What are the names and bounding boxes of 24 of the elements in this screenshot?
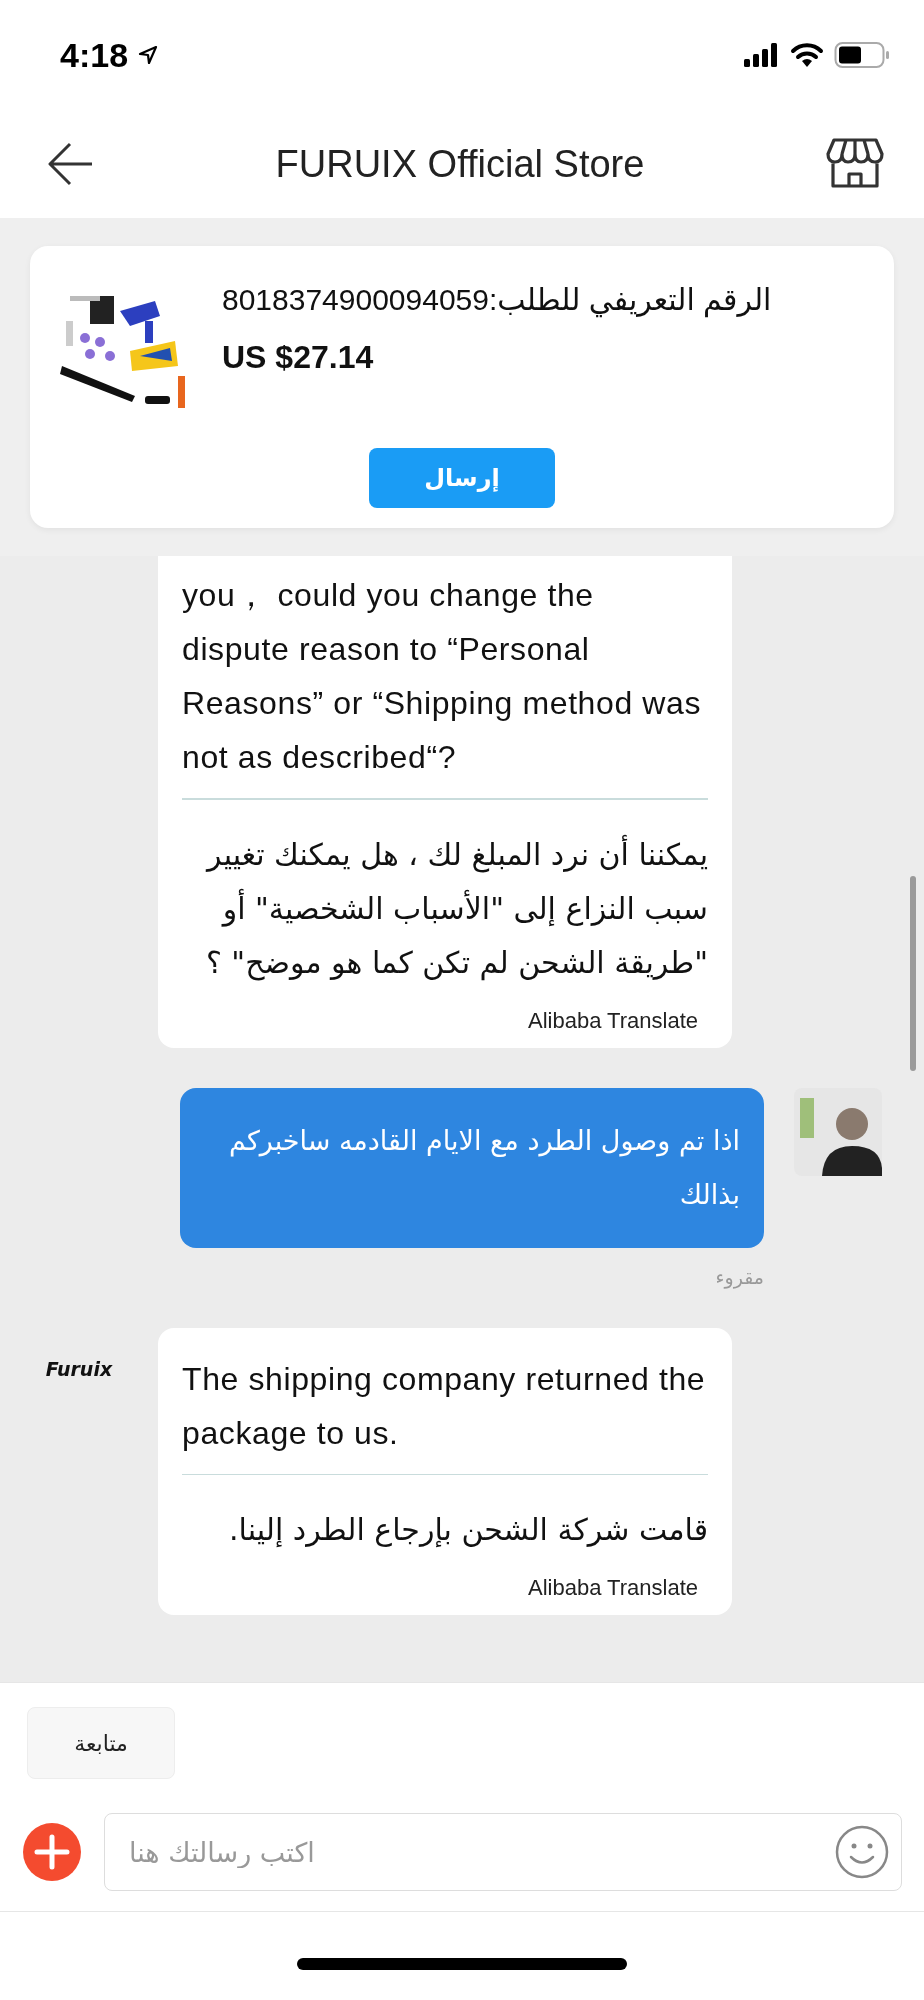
status-time: 4:18: [60, 35, 129, 75]
translation-credit: Alibaba Translate: [528, 1575, 698, 1601]
translated-text: قامت شركة الشحن بإرجاع الطرد إلينا.: [228, 1511, 708, 1550]
store-title: FURUIX Official Store: [275, 142, 645, 186]
emoji-icon[interactable]: [834, 1824, 890, 1880]
follow-button[interactable]: متابعة: [27, 1707, 175, 1779]
message-text: اذا تم وصول الطرد مع الايام القادمه ساخبركم بذالك: [227, 1123, 740, 1212]
avatar-icon[interactable]: [794, 1087, 882, 1176]
battery-icon: [834, 41, 890, 69]
message-text: you， could you change the dispute reason to “Personal Reasons” or “Shipping method was not as described“?: [182, 576, 702, 777]
translation-credit: Alibaba Translate: [528, 1007, 698, 1034]
back-arrow-icon[interactable]: [48, 142, 94, 186]
add-icon[interactable]: [22, 1822, 82, 1882]
read-status: مقروء: [715, 1265, 764, 1288]
order-number: الرقم التعريفي للطلب:8018374900094059: [222, 282, 772, 317]
signal-icon: [744, 43, 780, 67]
message-input[interactable]: اكتب رسالتك هنا: [104, 1813, 902, 1891]
location-arrow-icon: [138, 45, 159, 65]
message-text: The shipping company returned the package to us.: [182, 1359, 707, 1453]
order-price: US $27.14: [222, 339, 374, 376]
store-icon[interactable]: [826, 138, 884, 190]
wifi-icon: [790, 42, 824, 68]
translated-text: يمكننا أن نرد المبلغ لك ، هل يمكنك تغيير سبب النزاع إلى "الأسباب الشخصية" أو "طريقة الشحن لم تكن كما هو موضح" ؟: [204, 834, 708, 983]
store-logo: Furuix: [45, 1357, 113, 1382]
